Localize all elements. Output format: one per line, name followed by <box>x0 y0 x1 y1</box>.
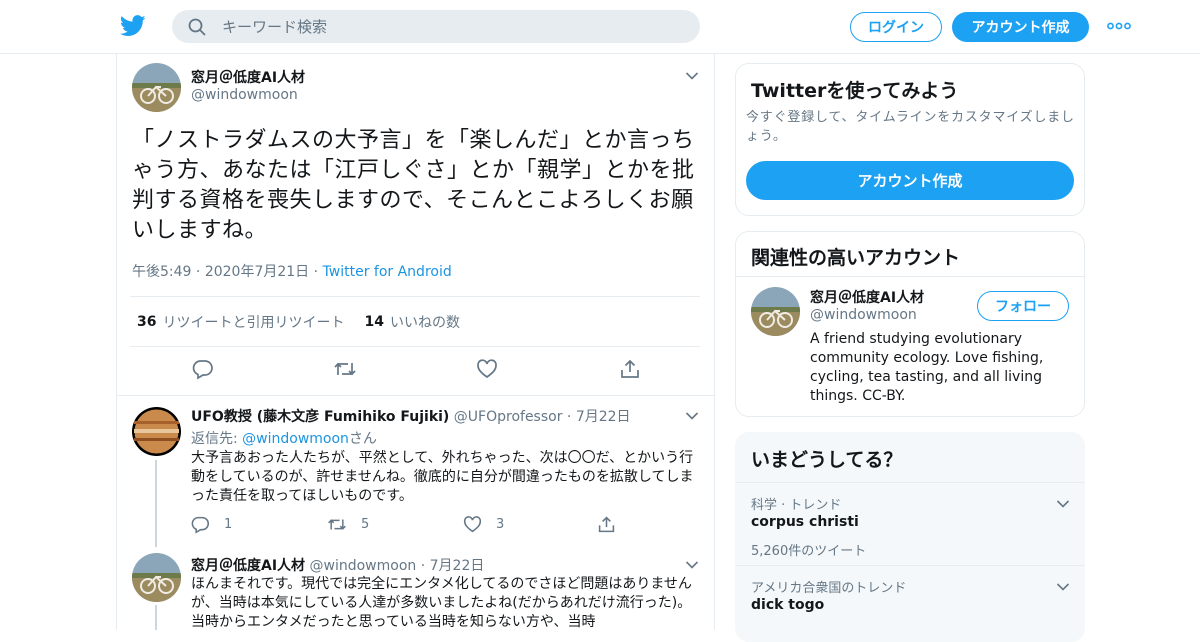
tweet-timestamp: 午後5:49 · 2020年7月21日 · Twitter for Androi… <box>132 261 452 281</box>
trends-card: いまどうしてる？ 科学 · トレンド corpus christi 5,260件… <box>735 432 1085 642</box>
tweet-text: ほんまそれです。現代では完全にエンタメ化してるのでさほど問題はありませんが、当時… <box>191 576 692 630</box>
tweet-text: 「ノストラダムスの大予言」を「楽しんだ」とか言っちゃう方、あなたは「江戸しぐさ」… <box>132 128 695 243</box>
like-action[interactable]: 3 <box>463 515 504 534</box>
avatar[interactable] <box>751 287 800 336</box>
tweet-timeline: 窓月＠低度AI人材 @windowmoon 「ノストラダムスの大予言」を「楽しん… <box>116 54 715 630</box>
chevron-down-icon[interactable] <box>685 411 699 421</box>
trend-item[interactable]: 科学 · トレンド corpus christi 5,260件のツイート <box>736 482 1084 565</box>
avatar[interactable] <box>132 407 181 456</box>
thread-line <box>155 605 157 630</box>
reply-action[interactable]: 1 <box>191 515 232 534</box>
tweet-date[interactable]: 7月22日 <box>576 409 631 425</box>
reply-header: UFO教授 (藤木文彦 Fumihiko Fujiki) @UFOprofess… <box>191 406 631 426</box>
separator: · <box>566 409 576 425</box>
reply-icon[interactable] <box>191 515 210 534</box>
author-handle[interactable]: @windowmoon <box>191 87 298 103</box>
tweet-time[interactable]: 午後5:49 <box>132 264 191 280</box>
chevron-down-icon[interactable] <box>1056 499 1070 509</box>
twitter-bird-icon[interactable] <box>120 14 146 38</box>
tweet-date[interactable]: 2020年7月21日 <box>205 264 309 280</box>
account-bio: A friend studying evolutionary community… <box>810 331 1044 404</box>
share-icon[interactable] <box>597 515 616 534</box>
separator: · <box>420 558 430 574</box>
like-count: 3 <box>496 517 505 532</box>
retweet-action[interactable]: 5 <box>327 515 369 534</box>
card-title: いまどうしてる？ <box>751 449 903 471</box>
avatar-bicycle-image <box>751 287 800 336</box>
signup-button[interactable]: アカウント作成 <box>952 12 1089 42</box>
retweet-count[interactable]: 36 <box>137 314 156 330</box>
reply-tweet: 窓月＠低度AI人材 @windowmoon · 7月22日 ほんまそれです。現代… <box>117 547 714 630</box>
author-name[interactable]: UFO教授 (藤木文彦 Fumihiko Fujiki) <box>191 409 449 425</box>
tweet-actions: 1 5 3 <box>191 515 631 535</box>
author-handle[interactable]: @windowmoon <box>310 558 417 574</box>
avatar-bicycle-image <box>132 553 181 602</box>
divider <box>736 276 1084 277</box>
tweet-text: 大予言あおった人たちが、平然として、外れちゃった、次は〇〇だ、とかいう行動をして… <box>191 450 694 504</box>
reply-to-suffix: さん <box>348 431 377 447</box>
chevron-down-icon[interactable] <box>1056 582 1070 592</box>
top-navigation-bar: ログイン アカウント作成 <box>0 0 1200 54</box>
card-title: 関連性の高いアカウント <box>751 247 961 269</box>
account-handle[interactable]: @windowmoon <box>810 307 917 323</box>
separator: · <box>313 264 323 280</box>
reply-to: 返信先: @windowmoonさん <box>191 428 377 448</box>
like-heart-icon[interactable] <box>463 515 482 534</box>
signup-card: Twitterを使ってみよう 今すぐ登録して、タイムラインをカスタマイズしましょ… <box>735 63 1085 216</box>
trend-context: 科学 · トレンド <box>751 498 842 513</box>
thread-line <box>155 460 157 547</box>
author-handle[interactable]: @UFOprofessor <box>454 409 563 425</box>
related-accounts-card: 関連性の高いアカウント 窓月＠低度AI人材 @windowmoon フォロー A… <box>735 231 1085 417</box>
separator: · <box>195 264 205 280</box>
tweet-stats: 36 リツイートと引用リツイート 14 いいねの数 <box>130 296 700 347</box>
login-button[interactable]: ログイン <box>850 12 942 42</box>
trend-item[interactable]: アメリカ合衆国のトレンド dick togo <box>736 565 1084 641</box>
trend-name[interactable]: corpus christi <box>751 514 859 530</box>
like-count[interactable]: 14 <box>364 314 383 330</box>
avatar-planet-image <box>132 407 181 456</box>
like-heart-icon[interactable] <box>476 358 498 380</box>
chevron-down-icon[interactable] <box>685 560 699 570</box>
retweet-icon[interactable] <box>333 358 357 380</box>
tweet-actions <box>117 358 714 388</box>
signup-button[interactable]: アカウント作成 <box>746 161 1074 200</box>
account-name[interactable]: 窓月＠低度AI人材 <box>810 287 924 307</box>
trend-context: アメリカ合衆国のトレンド <box>751 581 907 596</box>
reply-count: 1 <box>224 517 233 532</box>
trend-tweet-count: 5,260件のツイート <box>751 544 867 559</box>
avatar-bicycle-image <box>132 63 181 112</box>
reply-to-handle[interactable]: @windowmoon <box>242 431 349 447</box>
trend-name[interactable]: dick togo <box>751 597 824 613</box>
more-options-icon[interactable] <box>1107 22 1131 30</box>
follow-button[interactable]: フォロー <box>977 291 1069 321</box>
card-title: Twitterを使ってみよう <box>751 80 959 102</box>
reply-header: 窓月＠低度AI人材 @windowmoon · 7月22日 <box>191 555 484 575</box>
card-description: 今すぐ登録して、タイムラインをカスタマイズしましょう。 <box>746 110 1075 144</box>
avatar[interactable] <box>132 63 181 112</box>
share-icon[interactable] <box>619 358 641 380</box>
search-bar[interactable] <box>172 10 700 43</box>
chevron-down-icon[interactable] <box>685 71 699 81</box>
avatar[interactable] <box>132 553 181 602</box>
share-action[interactable] <box>597 515 616 534</box>
search-input[interactable] <box>222 10 682 43</box>
reply-icon[interactable] <box>192 358 214 380</box>
main-tweet: 窓月＠低度AI人材 @windowmoon 「ノストラダムスの大予言」を「楽しん… <box>117 54 714 396</box>
retweet-label[interactable]: リツイートと引用リツイート <box>162 312 344 332</box>
tweet-date[interactable]: 7月22日 <box>430 558 485 574</box>
retweet-count: 5 <box>361 517 370 532</box>
tweet-source-link[interactable]: Twitter for Android <box>323 264 452 280</box>
like-label[interactable]: いいねの数 <box>390 312 460 332</box>
author-name[interactable]: 窓月＠低度AI人材 <box>191 67 305 87</box>
reply-tweet: UFO教授 (藤木文彦 Fumihiko Fujiki) @UFOprofess… <box>117 397 714 547</box>
search-icon <box>188 18 206 36</box>
author-name[interactable]: 窓月＠低度AI人材 <box>191 558 305 574</box>
retweet-icon[interactable] <box>327 515 347 534</box>
reply-to-prefix: 返信先: <box>191 431 243 447</box>
